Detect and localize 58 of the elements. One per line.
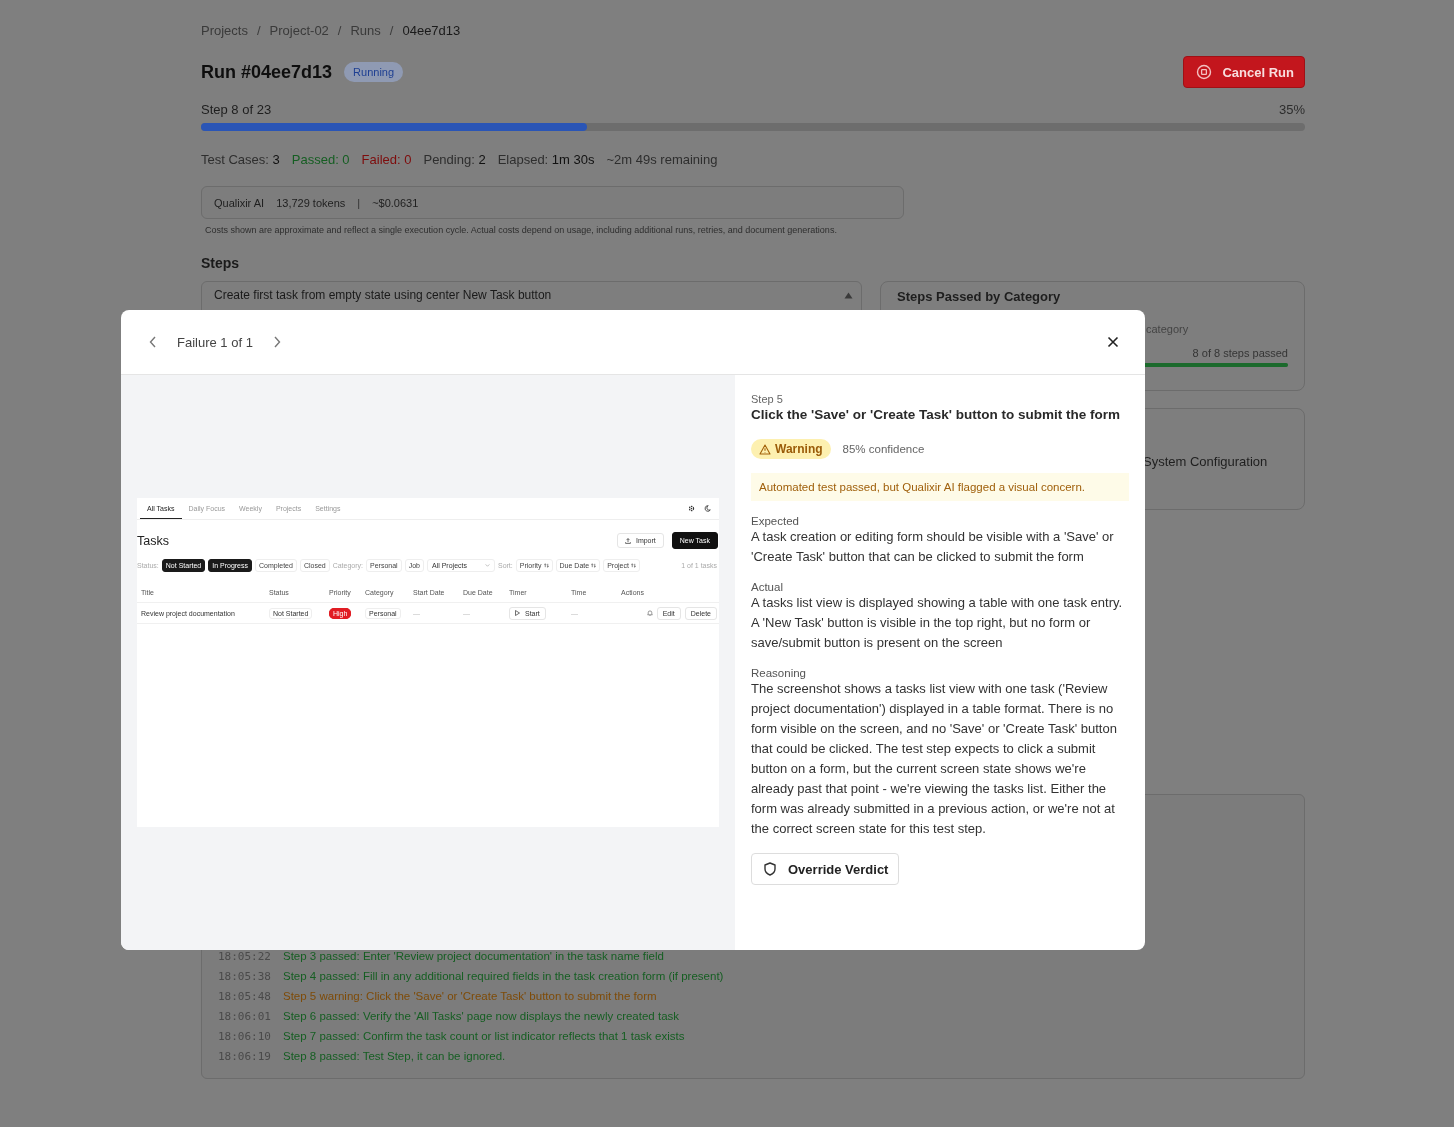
- breadcrumb-link[interactable]: 04ee7d13: [402, 22, 461, 38]
- section-text: A tasks list view is displayed showing a table with one task entry. A 'New Task' button is visible in the top right, but no form or save/submit button is present on the screen: [751, 594, 1124, 652]
- play-icon: [515, 610, 520, 616]
- configuration-title: System Configuration: [1143, 454, 1269, 469]
- log-message: Step 3 passed: Enter 'Review project documentation' in the task name field: [283, 950, 664, 962]
- stat-text: Elapsed: 1m 30s: [497, 152, 595, 167]
- cost-amount: ~$0.0631: [372, 196, 419, 209]
- sort-icon: [630, 563, 636, 568]
- chevron-right-icon: [272, 336, 281, 348]
- stat-text: ~2m 49s remaining: [606, 152, 718, 167]
- section-text: The screenshot shows a tasks list view with one task ('Review project documentation') displayed in a table format. There is no form visible on the screen, and no 'Save' or 'Create Task' button that could be clicked. The test step expects to click a submit button on a form, but the current screen state shows we're already past that point - we're viewing the tasks list. Either the form was already submitted in a previous action, or we're not at the correct screen state for this test step.: [751, 680, 1118, 838]
- stat-text: Test Cases: 3: [201, 152, 280, 167]
- override-verdict-button[interactable]: Override Verdict: [751, 853, 900, 885]
- stat-text: Failed: 0: [361, 152, 412, 167]
- stat-text: Pending: 2: [423, 152, 486, 167]
- progress-label: Step 8 of 23: [201, 102, 272, 117]
- section-text: A task creation or editing form should be visible with a 'Save' or 'Create Task' button that can be clicked to submit the form: [751, 528, 1115, 566]
- breadcrumb-separator: /: [256, 22, 261, 38]
- sort-icon: [591, 563, 597, 568]
- log-message: Step 4 passed: Fill in any additional required fields in the task creation form (if present): [283, 970, 724, 982]
- shield-icon: [764, 862, 776, 876]
- cancel-run-button[interactable]: Cancel Run: [1183, 56, 1305, 88]
- run-title: Run #04ee7d13: [201, 61, 333, 83]
- breadcrumb-separator: /: [337, 22, 342, 38]
- warning-icon: [759, 443, 771, 455]
- category-summary: 8 of 8 steps passed: [1192, 347, 1288, 359]
- chevron-left-icon: [149, 336, 157, 348]
- cost-note: Costs shown are approximate and reflect a single execution cycle. Actual costs depend on usage, including additional runs, retries, and document generations.: [205, 225, 838, 235]
- moon-icon[interactable]: [704, 505, 711, 512]
- stat-text: Passed: 0: [291, 152, 350, 167]
- separator: |: [357, 196, 361, 209]
- card-subtitle: category: [1146, 323, 1190, 335]
- provider-name: Qualixir AI: [214, 196, 265, 209]
- log-message: Step 6 passed: Verify the 'All Tasks' page now displays the newly created task: [283, 1010, 680, 1022]
- status-badge: Running: [344, 62, 404, 82]
- page-title: Tasks: [137, 533, 169, 548]
- section-label: Expected: [751, 515, 800, 527]
- step-title: Click the 'Save' or 'Create Task' button to submit the form: [751, 407, 1121, 422]
- card-title: Steps Passed by Category: [897, 289, 1062, 304]
- log-message: Step 8 passed: Test Step, it can be ignored.: [283, 1050, 506, 1062]
- section-label: Reasoning: [751, 667, 807, 679]
- progress-percent: 35%: [1278, 102, 1305, 117]
- token-count: 13,729 tokens: [276, 196, 346, 209]
- breadcrumb-separator: /: [389, 22, 394, 38]
- log-message: Step 7 passed: Confirm the task count or list indicator reflects that 1 task exists: [283, 1030, 685, 1042]
- section-label: Actual: [751, 581, 784, 593]
- warning-badge: Warning: [751, 439, 831, 459]
- warning-alert: Automated test passed, but Qualixir AI flagged a visual concern.: [751, 473, 1129, 501]
- close-icon: [1107, 336, 1119, 348]
- section-heading: Steps: [201, 255, 241, 271]
- stop-icon: [1196, 64, 1213, 80]
- upload-icon: [624, 537, 631, 544]
- failure-counter: Failure 1 of 1: [177, 334, 253, 350]
- sort-icon: [543, 563, 549, 568]
- step-number: Step 5: [751, 393, 784, 405]
- step-header[interactable]: Create first task from empty state using center New Task button: [202, 282, 861, 308]
- log-message: Step 5 warning: Click the 'Save' or 'Create Task' button to submit the form: [283, 990, 657, 1002]
- confidence-text: 85% confidence: [842, 443, 925, 455]
